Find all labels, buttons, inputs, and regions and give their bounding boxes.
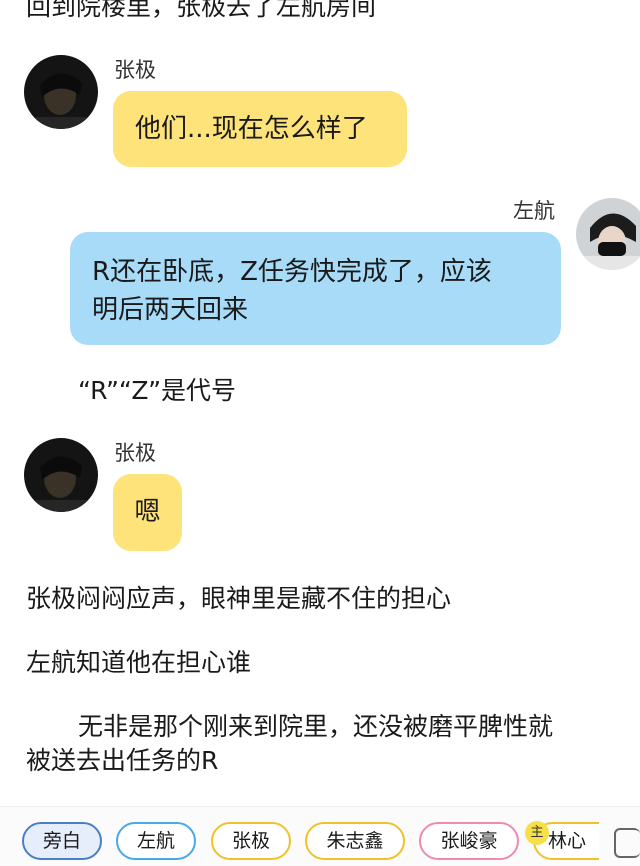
role-chip-zhuzhixin[interactable]: 朱志鑫 [305, 822, 405, 860]
chat-bubble-zuohang[interactable]: R还在卧底，Z任务快完成了，应该 明后两天回来 [70, 232, 561, 345]
chat-bubble-zhangji[interactable]: 嗯 [113, 474, 182, 551]
host-badge: 主 [525, 821, 549, 845]
narration-line: 张极闷闷应声，眼神里是藏不住的担心 [26, 584, 452, 613]
speaker-name: 张极 [114, 58, 156, 82]
edit-icon[interactable] [614, 828, 640, 858]
chat-bubble-text: 他们...现在怎么样了 [135, 114, 368, 144]
narration-line: 被送去出任务的R [26, 746, 219, 775]
avatar-zuohang[interactable] [576, 198, 640, 270]
chat-bubble-text: R还在卧底，Z任务快完成了，应该 [92, 257, 492, 287]
narration-line: 无非是那个刚来到院里，还没被磨平脾性就 [78, 712, 554, 741]
narration-top: 回到院楼里，张极去了左航房间 [26, 0, 377, 21]
narration-line: 左航知道他在担心谁 [26, 648, 252, 677]
role-chip-zhangjunhao[interactable]: 张峻豪 [419, 822, 519, 860]
chat-bubble-zhangji[interactable]: 他们...现在怎么样了 [113, 91, 407, 167]
avatar-zhangji[interactable] [24, 438, 98, 512]
narration-code-note: “R”“Z”是代号 [78, 376, 237, 405]
role-chip-zhangji[interactable]: 张极 [211, 822, 291, 860]
chat-bubble-text: 嗯 [134, 497, 161, 527]
role-chip-zuohang[interactable]: 左航 [116, 822, 196, 860]
role-chip-narrator[interactable]: 旁白 [22, 822, 102, 860]
speaker-name: 左航 [513, 199, 555, 223]
chat-bubble-text: 明后两天回来 [92, 295, 249, 325]
avatar-zhangji[interactable] [24, 55, 98, 129]
speaker-name: 张极 [114, 441, 156, 465]
